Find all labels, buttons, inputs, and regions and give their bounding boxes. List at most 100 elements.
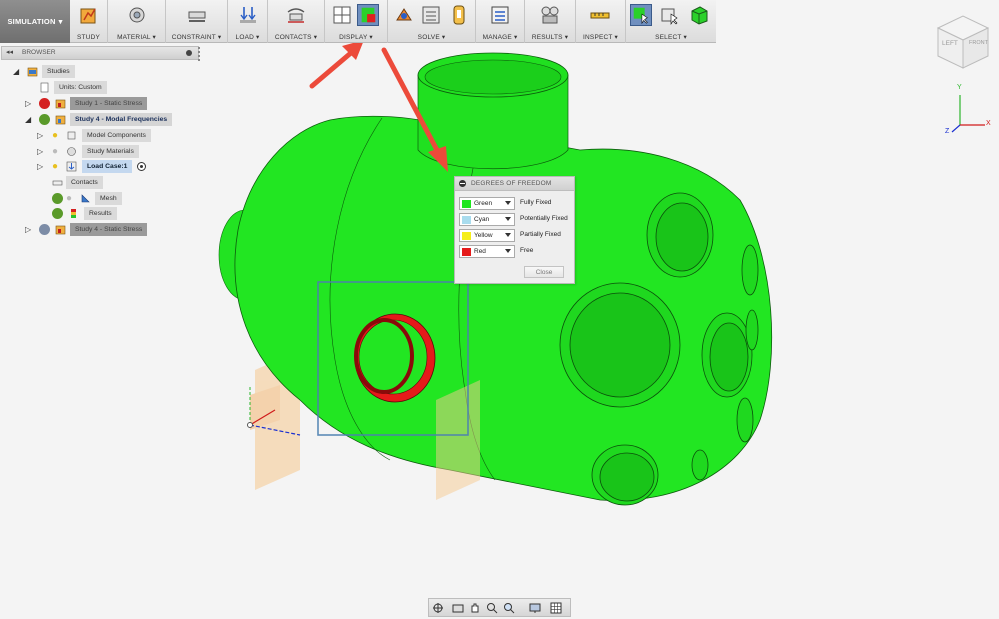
tree-item-contacts[interactable]: Contacts — [10, 176, 190, 189]
studies-folder-icon — [27, 67, 38, 77]
inspect-group[interactable]: INSPECT ▾ — [576, 0, 626, 43]
orbit-icon[interactable] — [432, 602, 444, 614]
bulb-icon: ● — [52, 130, 59, 141]
tree-item-model-components[interactable]: ▷ ● Model Components — [10, 129, 190, 142]
select-group[interactable]: SELECT ▾ — [626, 0, 716, 43]
check-icon — [52, 193, 63, 204]
dof-panel-header[interactable]: DEGREES OF FREEDOM — [455, 177, 574, 191]
zoom-icon[interactable] — [486, 602, 498, 614]
results-group[interactable]: RESULTS ▾ — [525, 0, 576, 43]
tree-item-study4-modal[interactable]: ◢ Study 4 - Modal Frequencies — [10, 113, 190, 126]
color-dropdown[interactable]: Green — [459, 197, 515, 210]
display-settings-icon[interactable] — [529, 602, 541, 614]
expand-toggle-icon[interactable]: ◢ — [25, 113, 31, 126]
workspace-switcher[interactable]: SIMULATION ▾ — [0, 0, 70, 43]
mesh-settings-icon — [422, 6, 440, 24]
dof-row-fully-fixed: Green Fully Fixed — [459, 197, 574, 210]
study-label: STUDY — [76, 34, 101, 41]
color-option: Yellow — [474, 232, 493, 239]
tree-item-label: Study 1 - Static Stress — [70, 97, 148, 110]
tree-item-label: Load Case:1 — [82, 160, 133, 173]
constraint-icon — [188, 11, 206, 22]
load-label: LOAD ▾ — [235, 34, 260, 41]
tree-item-study1[interactable]: ▷ Study 1 - Static Stress — [10, 97, 190, 110]
color-dropdown[interactable]: Red — [459, 245, 515, 258]
dof-row-potentially-fixed: Cyan Potentially Fixed — [459, 213, 574, 226]
viewcube-front-label[interactable]: FRONT — [969, 40, 988, 46]
look-at-icon[interactable] — [452, 602, 464, 614]
tree-item-units[interactable]: Units: Custom — [10, 81, 190, 94]
precheck-icon — [453, 5, 465, 25]
material-label: MATERIAL ▾ — [117, 34, 156, 41]
pan-icon[interactable] — [469, 602, 481, 614]
color-option: Red — [474, 248, 486, 255]
tree-item-study4-static[interactable]: ▷ Study 4 - Static Stress — [10, 223, 190, 236]
tree-item-load-case[interactable]: ▷ ● Load Case:1 — [10, 160, 190, 173]
select-window-icon — [661, 8, 678, 25]
dof-row-free: Red Free — [459, 245, 574, 258]
manage-icon — [491, 6, 509, 24]
tree-item-label: Study 4 - Modal Frequencies — [70, 113, 173, 126]
load-group[interactable]: LOAD ▾ — [228, 0, 268, 43]
minimize-icon[interactable] — [459, 180, 466, 187]
study-icon — [55, 115, 66, 125]
axis-indicator — [951, 95, 985, 133]
color-dropdown[interactable]: Cyan — [459, 213, 515, 226]
results-icon — [541, 6, 559, 24]
fit-icon[interactable] — [503, 602, 515, 614]
solve-group[interactable]: SOLVE ▾ — [388, 0, 476, 43]
activate-radio-icon[interactable] — [137, 162, 146, 171]
expand-toggle-icon[interactable]: ▷ — [25, 97, 31, 110]
check-icon — [39, 114, 50, 125]
study-group[interactable]: STUDY — [70, 0, 108, 43]
check-icon — [52, 208, 63, 219]
close-button[interactable]: Close — [524, 266, 564, 278]
tree-item-study-materials[interactable]: ▷ ● Study Materials — [10, 145, 190, 158]
viewcube[interactable]: LEFT FRONT — [930, 10, 996, 76]
axis-z-label: Z — [945, 128, 950, 135]
expand-toggle-icon[interactable]: ▷ — [37, 160, 43, 173]
tree-item-label: Mesh — [95, 192, 122, 205]
tree-item-studies[interactable]: ◢ Studies — [10, 65, 190, 78]
free-nozzle[interactable] — [354, 313, 436, 403]
constraint-group[interactable]: CONSTRAINT ▾ — [166, 0, 228, 43]
contacts-icon — [52, 180, 63, 186]
axis-x-label: X — [986, 120, 991, 127]
display-group[interactable]: DISPLAY ▾ — [325, 0, 388, 43]
resize-handle[interactable] — [196, 47, 200, 61]
manage-group[interactable]: MANAGE ▾ — [476, 0, 525, 43]
chevron-down-icon — [505, 249, 511, 253]
material-icon — [129, 7, 145, 23]
study-icon — [55, 99, 66, 109]
expand-toggle-icon[interactable]: ▷ — [37, 129, 43, 142]
solve-icon — [396, 8, 412, 21]
material-group[interactable]: MATERIAL ▾ — [108, 0, 166, 43]
browser-options-icon[interactable] — [186, 50, 192, 56]
viewcube-left-label[interactable]: LEFT — [942, 40, 958, 47]
color-dropdown[interactable]: Yellow — [459, 229, 515, 242]
grid-icon[interactable] — [550, 602, 562, 614]
tank-body[interactable] — [234, 115, 773, 501]
tree-item-label: Contacts — [66, 176, 103, 189]
color-swatch — [462, 232, 471, 240]
dof-description: Free — [520, 247, 534, 254]
browser-header[interactable]: ◂◂ BROWSER — [1, 46, 200, 61]
manage-label: MANAGE ▾ — [482, 34, 518, 41]
expand-toggle-icon[interactable]: ◢ — [13, 65, 19, 78]
components-icon — [67, 131, 76, 140]
study-icon — [80, 8, 96, 24]
color-option: Green — [474, 200, 493, 207]
annotation-arrow-display — [309, 40, 364, 89]
chevron-down-icon — [505, 217, 511, 221]
expand-toggle-icon[interactable]: ▷ — [37, 145, 43, 158]
collapse-browser-icon[interactable]: ◂◂ — [6, 48, 13, 56]
expand-toggle-icon[interactable]: ▷ — [25, 223, 31, 236]
tree-item-results[interactable]: Results — [10, 207, 190, 220]
tree-item-mesh[interactable]: ● Mesh — [10, 192, 190, 205]
navigation-bar — [428, 598, 571, 617]
dof-row-partially-fixed: Yellow Partially Fixed — [459, 229, 574, 242]
contacts-group[interactable]: CONTACTS ▾ — [268, 0, 325, 43]
cloud-icon — [39, 224, 50, 235]
color-swatch — [462, 216, 471, 224]
bulb-icon: ● — [52, 161, 59, 172]
